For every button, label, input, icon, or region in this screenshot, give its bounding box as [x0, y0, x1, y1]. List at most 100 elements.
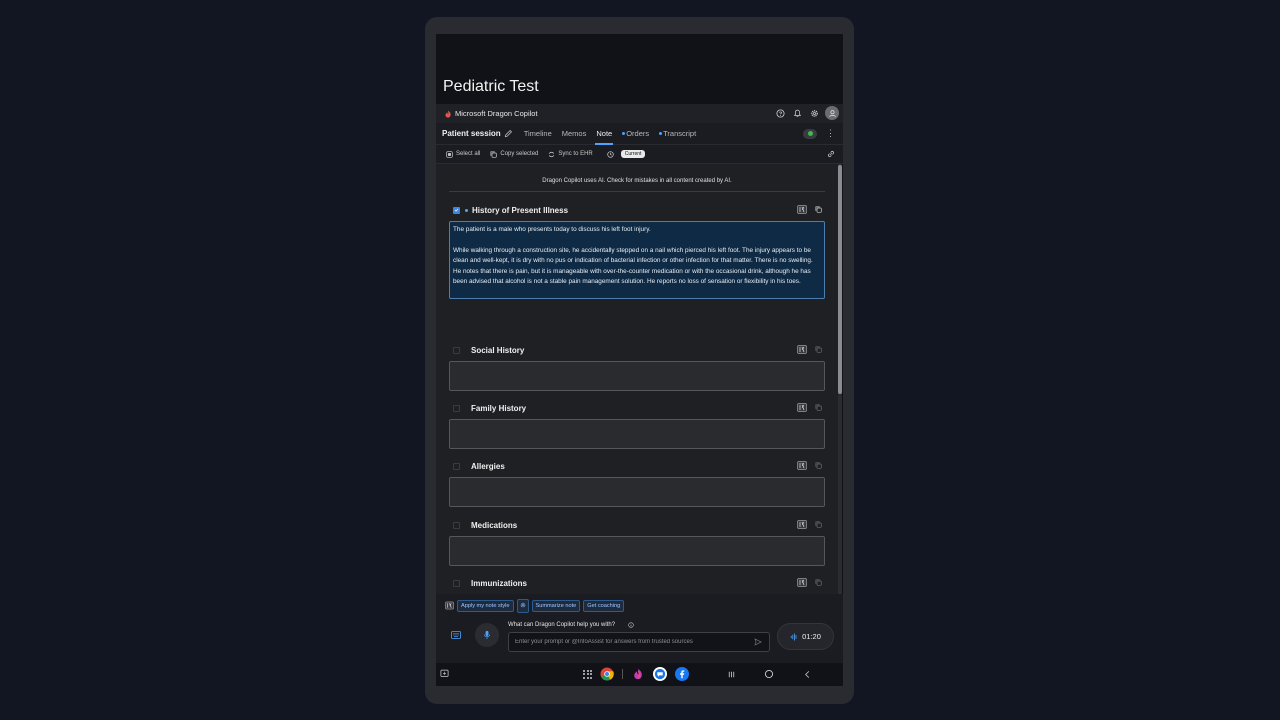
home-icon[interactable]	[764, 668, 774, 680]
notification-bell-icon[interactable]	[791, 106, 803, 120]
select-all-icon	[446, 150, 453, 158]
facebook-app-icon[interactable]	[675, 667, 689, 681]
copy-section-icon[interactable]	[813, 520, 823, 529]
section-history-of-present-illness: History of Present Illness The patient i…	[449, 203, 825, 299]
tab-timeline[interactable]: Timeline	[519, 123, 557, 145]
send-icon[interactable]	[754, 638, 762, 646]
recent-apps-icon[interactable]	[726, 668, 736, 680]
section-checkbox[interactable]	[453, 404, 460, 412]
recording-status-indicator[interactable]	[803, 128, 817, 139]
prompt-input[interactable]	[508, 632, 770, 652]
link-icon[interactable]	[827, 150, 835, 158]
sync-to-ehr-button[interactable]: Sync to EHR	[548, 151, 593, 158]
tab-orders[interactable]: Orders	[617, 123, 654, 145]
section-checkbox[interactable]	[453, 579, 460, 587]
copy-selected-label: Copy selected	[500, 151, 539, 157]
copy-section-icon[interactable]	[813, 578, 823, 587]
copy-section-icon[interactable]	[813, 461, 823, 470]
select-all-button[interactable]: Select all	[446, 150, 481, 158]
hpi-text-box[interactable]: The patient is a male who presents today…	[449, 221, 825, 299]
unread-dot	[659, 132, 663, 135]
prompt-area: What can Dragon Copilot help you with? 0…	[436, 617, 843, 663]
scrollbar-thumb[interactable]	[838, 165, 842, 394]
version-history[interactable]: Current	[607, 150, 646, 158]
section-checkbox[interactable]	[453, 462, 460, 470]
section-header: Family History	[449, 401, 825, 415]
ai-edit-icon[interactable]	[797, 205, 807, 214]
ai-actions-icon[interactable]	[445, 601, 454, 610]
session-bar: Patient session Timeline Memos Note Orde…	[436, 123, 843, 145]
note-style-settings-button[interactable]	[516, 598, 529, 613]
section-text-box[interactable]	[449, 419, 825, 449]
prompt-label: What can Dragon Copilot help you with?	[508, 622, 616, 628]
ai-edit-icon[interactable]	[797, 520, 807, 529]
app-drawer-icon[interactable]	[583, 669, 592, 679]
section-title: History of Present Illness	[472, 205, 569, 215]
tab-memos[interactable]: Memos	[557, 123, 592, 145]
messages-app-icon[interactable]	[653, 667, 667, 681]
section-checkbox[interactable]	[453, 521, 460, 529]
session-controls: ⋮	[803, 128, 835, 139]
help-icon[interactable]	[774, 106, 786, 120]
section-title: Medications	[471, 520, 518, 530]
screen-capture-icon[interactable]	[440, 669, 450, 679]
recording-dot-icon	[807, 131, 813, 136]
user-avatar[interactable]	[825, 106, 839, 120]
audio-wave-icon	[790, 632, 797, 641]
section-text-box[interactable]	[449, 536, 825, 566]
section-immunizations: Immunizations	[449, 576, 825, 594]
more-options-icon[interactable]: ⋮	[826, 128, 835, 139]
copy-selected-button[interactable]: Copy selected	[490, 151, 538, 158]
get-coaching-button[interactable]: Get coaching	[583, 599, 625, 612]
app-screen: Pediatric Test Microsoft Dragon Copilot …	[436, 34, 843, 686]
microphone-button[interactable]	[475, 623, 499, 647]
tab-note[interactable]: Note	[591, 123, 617, 145]
app-name: Microsoft Dragon Copilot	[455, 109, 538, 118]
apply-note-style-button[interactable]: Apply my note style	[457, 599, 514, 612]
ai-edit-icon[interactable]	[797, 403, 807, 412]
page-title: Pediatric Test	[443, 78, 539, 95]
tab-transcript[interactable]: Transcript	[654, 123, 701, 145]
section-checkbox[interactable]	[453, 206, 460, 214]
section-social-history: Social History	[449, 343, 825, 391]
edit-pencil-icon[interactable]	[504, 129, 513, 138]
dragon-app-icon[interactable]	[631, 667, 645, 681]
settings-gear-icon[interactable]	[808, 106, 820, 120]
chrome-app-icon[interactable]	[600, 667, 614, 681]
section-title: Family History	[471, 403, 527, 413]
section-text-box[interactable]	[449, 477, 825, 507]
keyboard-icon[interactable]	[451, 631, 461, 639]
section-text-box[interactable]	[449, 361, 825, 391]
ai-edit-icon[interactable]	[797, 345, 807, 354]
copy-section-icon[interactable]	[813, 345, 823, 354]
section-checkbox[interactable]	[453, 346, 460, 354]
note-content[interactable]: Dragon Copilot uses AI. Check for mistak…	[436, 164, 839, 594]
section-header: History of Present Illness	[449, 203, 825, 217]
section-actions	[797, 403, 823, 412]
tab-label: Transcript	[663, 129, 697, 138]
section-allergies: Allergies	[449, 459, 825, 507]
system-nav-buttons	[726, 668, 812, 680]
copy-section-icon[interactable]	[813, 403, 823, 412]
section-title: Allergies	[471, 461, 505, 471]
select-all-label: Select all	[456, 151, 481, 157]
info-icon[interactable]	[628, 622, 635, 629]
session-tabs: Timeline Memos Note Orders Transcript	[519, 123, 702, 145]
ai-edit-icon[interactable]	[797, 461, 807, 470]
section-actions	[797, 205, 823, 214]
section-header: Allergies	[449, 459, 825, 473]
section-medications: Medications	[449, 518, 825, 566]
back-icon[interactable]	[802, 668, 812, 680]
section-header: Medications	[449, 518, 825, 532]
ai-generated-dot	[465, 208, 468, 212]
ai-disclaimer: Dragon Copilot uses AI. Check for mistak…	[542, 178, 732, 184]
copy-section-icon[interactable]	[813, 205, 823, 214]
section-title: Immunizations	[471, 578, 528, 588]
summarize-note-button[interactable]: Summarize note	[531, 599, 581, 612]
section-title: Social History	[471, 345, 525, 355]
recording-timer-button[interactable]: 01:20	[777, 623, 834, 650]
copy-icon	[490, 151, 498, 158]
app-dock	[583, 667, 689, 681]
ai-edit-icon[interactable]	[797, 578, 807, 587]
section-actions	[797, 578, 823, 587]
